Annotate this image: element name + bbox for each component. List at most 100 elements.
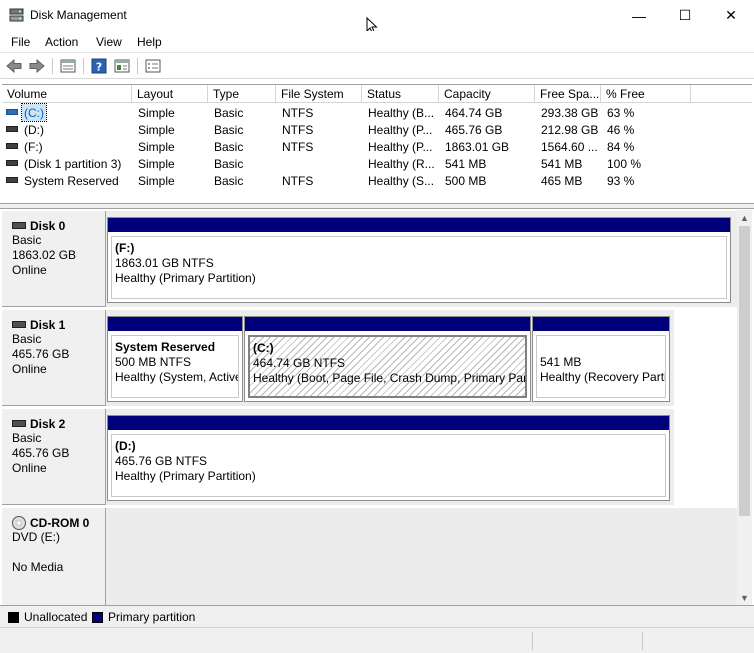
disk-management-app-icon [9,8,24,22]
volume-row-d[interactable]: (D:) Simple Basic NTFS Healthy (P... 465… [2,121,752,138]
volume-row-system-reserved[interactable]: System Reserved Simple Basic NTFS Health… [2,172,752,189]
partition-body: (F:) 1863.01 GB NTFS Healthy (Primary Pa… [111,236,727,299]
menu-view[interactable]: View [96,35,122,49]
console-tree-button[interactable] [113,57,131,75]
menu-action[interactable]: Action [45,35,78,49]
volume-drive-icon [6,160,18,166]
forward-button[interactable] [28,57,46,75]
close-icon: ✕ [725,7,737,23]
pane-splitter[interactable] [0,203,754,209]
partition-status: Healthy (System, Active [115,370,239,384]
settings-list-button[interactable] [144,57,162,75]
disk-label-cdrom0[interactable]: CD-ROM 0 DVD (E:) No Media [2,508,106,605]
volume-status: Healthy (P... [368,123,433,137]
properties-button[interactable] [59,57,77,75]
column-header-free-space[interactable]: Free Spa... [535,85,601,103]
disk-label-disk1[interactable]: Disk 1 Basic 465.76 GB Online [2,310,106,406]
menu-file[interactable]: File [11,35,30,49]
disk-size: 1863.02 GB [12,248,77,262]
volume-layout: Simple [138,174,175,188]
disk-kind: Basic [12,332,42,346]
vertical-scrollbar[interactable]: ▲ ▼ [737,210,752,605]
settings-list-icon [145,59,161,73]
volume-row-f[interactable]: (F:) Simple Basic NTFS Healthy (P... 186… [2,138,752,155]
window-title: Disk Management [30,8,127,22]
legend-unallocated: Unallocated [24,610,88,624]
disk-label-disk2[interactable]: Disk 2 Basic 465.76 GB Online [2,409,106,505]
primary-partition-bar [533,317,669,331]
volume-row-c[interactable]: (C:) Simple Basic NTFS Healthy (B... 464… [2,103,752,122]
volume-file-system: NTFS [282,174,314,188]
partition-status: Healthy (Recovery Parti [540,370,666,384]
volume-free-space: 541 MB [541,157,583,171]
column-header-percent-free[interactable]: % Free [601,85,691,103]
back-button[interactable] [5,57,23,75]
partition-status: Healthy (Boot, Page File, Crash Dump, Pr… [253,371,527,385]
help-button[interactable]: ? [90,57,108,75]
volume-type: Basic [214,106,244,120]
scrollbar-thumb[interactable] [739,226,750,516]
volume-status: Healthy (R... [368,157,435,171]
partition-label: (D:) [115,439,136,453]
volume-list-header: Volume Layout Type File System Status Ca… [2,85,752,103]
volume-name: (C:) [21,103,47,122]
legend-primary-partition: Primary partition [108,610,196,624]
partition-size: 465.76 GB NTFS [115,454,208,468]
volume-free-space: 465 MB [541,174,583,188]
volume-file-system: NTFS [282,123,314,137]
volume-type: Basic [214,174,244,188]
svg-text:?: ? [96,61,102,74]
partition-label [540,340,665,355]
volume-file-system: NTFS [282,140,314,154]
minimize-button[interactable]: — [616,0,662,31]
scroll-down-icon[interactable]: ▼ [737,590,752,605]
cd-rom-icon [12,516,26,530]
maximize-button[interactable]: ☐ [662,0,708,31]
partition-c[interactable]: (C:) 464.74 GB NTFS Healthy (Boot, Page … [244,316,531,402]
disk-state: Online [12,461,47,475]
disk-row-cdrom0: CD-ROM 0 DVD (E:) No Media [2,508,737,605]
volume-status: Healthy (B... [368,106,435,120]
partition-system-reserved[interactable]: System Reserved 500 MB NTFS Healthy (Sys… [107,316,243,402]
toolbar-separator [83,58,84,74]
partition-label: (F:) [115,241,135,255]
column-header-capacity[interactable]: Capacity [439,85,535,103]
volume-row-disk1-partition3[interactable]: (Disk 1 partition 3) Simple Basic Health… [2,155,752,172]
partition-recovery[interactable]: 541 MB Healthy (Recovery Parti [532,316,670,402]
volume-percent-free: 93 % [607,174,635,188]
column-header-volume[interactable]: Volume [2,85,132,103]
volume-type: Basic [214,123,244,137]
scroll-up-icon[interactable]: ▲ [737,210,752,225]
primary-partition-bar [108,416,669,430]
disk-partition-area: (F:) 1863.01 GB NTFS Healthy (Primary Pa… [106,211,737,307]
unallocated-swatch [8,612,19,623]
volume-layout: Simple [138,123,175,137]
disk-partition-area: (D:) 465.76 GB NTFS Healthy (Primary Par… [106,409,674,505]
volume-drive-icon [6,109,18,115]
column-header-layout[interactable]: Layout [132,85,208,103]
partition-f[interactable]: (F:) 1863.01 GB NTFS Healthy (Primary Pa… [107,217,731,303]
partition-d[interactable]: (D:) 465.76 GB NTFS Healthy (Primary Par… [107,415,670,501]
volume-capacity: 541 MB [445,157,487,171]
volume-name: System Reserved [24,174,119,188]
menu-help[interactable]: Help [137,35,162,49]
volume-type: Basic [214,157,244,171]
menu-bar: File Action View Help [0,31,754,53]
close-button[interactable]: ✕ [708,0,754,31]
column-header-type[interactable]: Type [208,85,276,103]
console-tree-icon [114,59,130,73]
primary-partition-bar [245,317,530,331]
disk-partition-area: System Reserved 500 MB NTFS Healthy (Sys… [106,310,674,406]
partition-body-selected: (C:) 464.74 GB NTFS Healthy (Boot, Page … [248,335,527,398]
volume-drive-icon [6,143,18,149]
disk-icon [12,321,26,328]
volume-list: Volume Layout Type File System Status Ca… [2,84,752,204]
column-header-status[interactable]: Status [362,85,439,103]
disk-label-disk0[interactable]: Disk 0 Basic 1863.02 GB Online [2,211,106,307]
column-header-file-system[interactable]: File System [276,85,362,103]
legend-bar: Unallocated Primary partition [0,605,754,627]
primary-partition-bar [108,317,242,331]
volume-layout: Simple [138,106,175,120]
disk-name: CD-ROM 0 [30,516,90,530]
volume-capacity: 464.74 GB [445,106,503,120]
